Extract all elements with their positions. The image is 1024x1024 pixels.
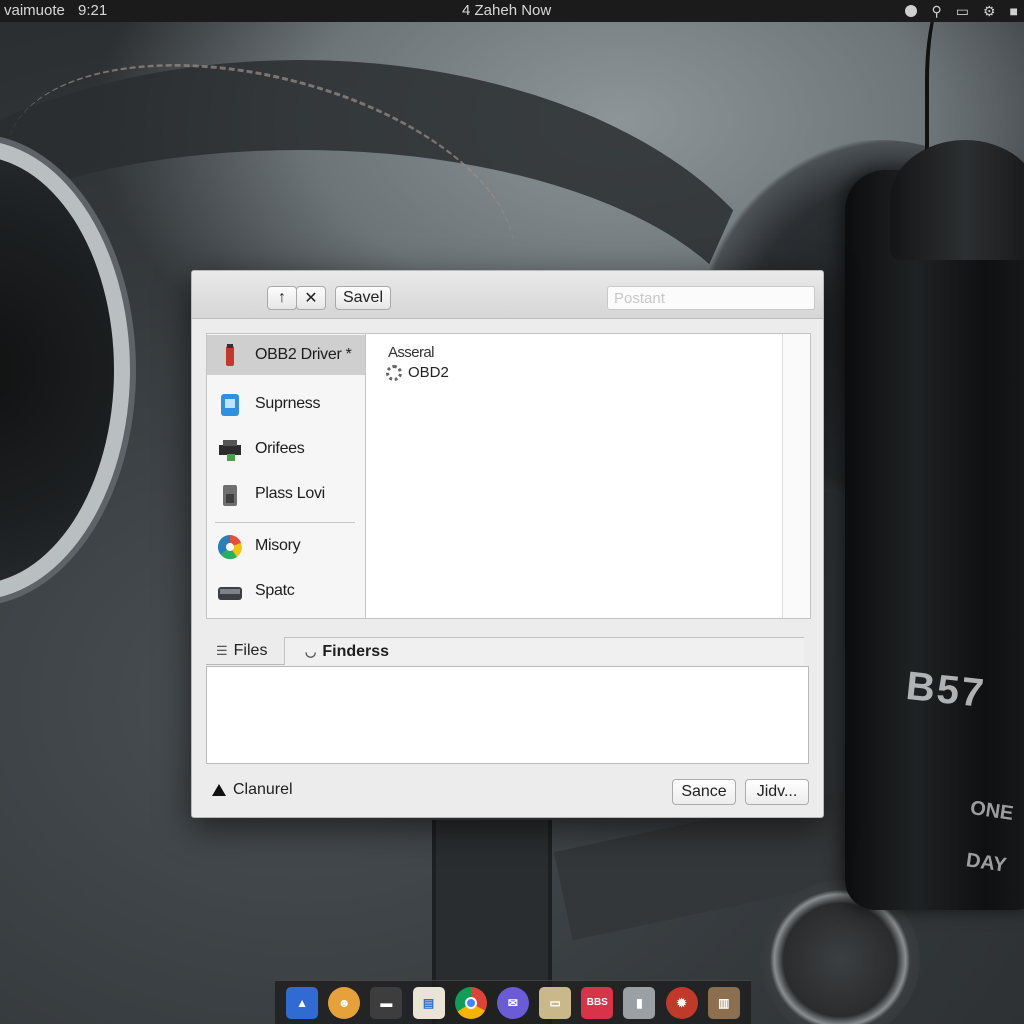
files-icon: ☰ xyxy=(216,643,228,658)
dock: ▲ ☻ ▬ ▤ ✉ ▭ BBS ▮ ✹ ▥ xyxy=(275,980,751,1024)
sidebar: OBB2 Driver * Suprness Orifees Plass Lov… xyxy=(206,333,365,619)
bluetooth-icon[interactable]: ⚙ xyxy=(983,1,996,21)
sidebar-item-label: Plass Lovi xyxy=(255,485,325,502)
cancel-button[interactable]: Sance xyxy=(672,779,736,805)
file-row[interactable]: OBD2 xyxy=(386,364,449,381)
sidebar-item-orifees[interactable]: Orifees xyxy=(207,429,365,469)
messages-icon[interactable]: ✉ xyxy=(496,986,529,1019)
user-icon[interactable]: ⚲ xyxy=(931,1,941,21)
finder-icon: ◡ xyxy=(305,643,317,659)
usb-device-icon[interactable]: ▮ xyxy=(623,986,656,1019)
search-input[interactable] xyxy=(607,286,815,310)
up-arrow-button[interactable]: ↑ xyxy=(267,286,297,310)
settings-icon[interactable]: ✹ xyxy=(665,986,698,1019)
file-pane-scrollbar[interactable] xyxy=(782,334,810,618)
tab-bar: ☰ Files ◡ Finderss xyxy=(206,637,804,665)
drive-icon xyxy=(223,485,237,506)
preview-icon[interactable]: ▤ xyxy=(412,986,445,1019)
disk-icon xyxy=(218,587,242,600)
file-row-label: OBD2 xyxy=(408,364,449,381)
delete-button[interactable]: ✕ xyxy=(296,286,326,310)
confirm-button[interactable]: Jidv... xyxy=(745,779,809,805)
save-button[interactable]: Savel xyxy=(335,286,391,310)
file-browser-pane: Asseral OBD2 xyxy=(365,333,811,619)
folder-icon[interactable]: ▭ xyxy=(539,986,572,1019)
color-wheel-icon xyxy=(217,534,242,560)
status-tray: ⚲ ▭ ⚙ ■ xyxy=(905,1,1018,21)
record-icon[interactable] xyxy=(905,5,918,17)
obd-device xyxy=(845,170,1024,910)
app-store-icon[interactable]: ▲ xyxy=(286,986,319,1019)
sidebar-item-label: Spatc xyxy=(255,582,295,599)
tab-label: Files xyxy=(233,642,268,659)
triangle-up-icon xyxy=(212,784,226,796)
display-icon[interactable]: ▭ xyxy=(956,1,969,21)
dialog-toolbar: ↑ ✕ Savel xyxy=(192,271,823,319)
sidebar-item-plass-lovi[interactable]: Plass Lovi xyxy=(207,474,365,514)
battery-icon[interactable]: ■ xyxy=(1010,1,1018,21)
menubar-clock: 9:21 xyxy=(78,2,108,19)
sidebar-divider xyxy=(215,522,355,523)
gear-icon xyxy=(386,364,402,381)
tab-finderss[interactable]: ◡ Finderss xyxy=(284,637,804,665)
calendar-text: BBS xyxy=(586,997,608,1008)
tab-files[interactable]: ☰ Files xyxy=(216,637,267,665)
calendar-icon[interactable]: BBS xyxy=(581,986,614,1019)
menubar-status[interactable]: 4 Zaheh Now xyxy=(462,2,551,19)
sidebar-item-spatc[interactable]: Spatc xyxy=(207,571,365,611)
disclosure-toggle[interactable]: Clanurel xyxy=(212,781,293,799)
menu-bar: vaimuote 9:21 4 Zaheh Now ⚲ ▭ ⚙ ■ xyxy=(0,0,1024,22)
sidebar-item-label: OBB2 Driver * xyxy=(255,346,352,363)
sidebar-item-label: Orifees xyxy=(255,440,305,457)
file-pane-header: Asseral xyxy=(388,344,434,361)
obd-device-cap xyxy=(890,140,1024,260)
chrome-icon[interactable] xyxy=(454,986,487,1019)
tab-content-area[interactable] xyxy=(206,666,809,764)
smiley-icon[interactable]: ☻ xyxy=(328,986,361,1019)
obd-driver-icon xyxy=(226,344,234,366)
sidebar-item-suprness[interactable]: Suprness xyxy=(207,384,365,424)
app-menu[interactable]: vaimuote xyxy=(4,2,65,19)
disclosure-label: Clanurel xyxy=(233,781,293,798)
trash-icon[interactable]: ▥ xyxy=(707,986,740,1019)
document-icon xyxy=(221,394,239,416)
sidebar-item-misory[interactable]: Misory xyxy=(207,526,365,566)
terminal-icon[interactable]: ▬ xyxy=(370,986,403,1019)
sidebar-item-obb2-driver[interactable]: OBB2 Driver * xyxy=(207,335,365,375)
save-dialog: ↑ ✕ Savel OBB2 Driver * Suprness Orifees xyxy=(191,270,824,818)
printer-icon xyxy=(219,440,241,461)
sidebar-item-label: Suprness xyxy=(255,395,321,412)
obd-device-label: B57 xyxy=(903,663,988,717)
tab-label: Finderss xyxy=(322,642,390,660)
sidebar-item-label: Misory xyxy=(255,537,301,554)
